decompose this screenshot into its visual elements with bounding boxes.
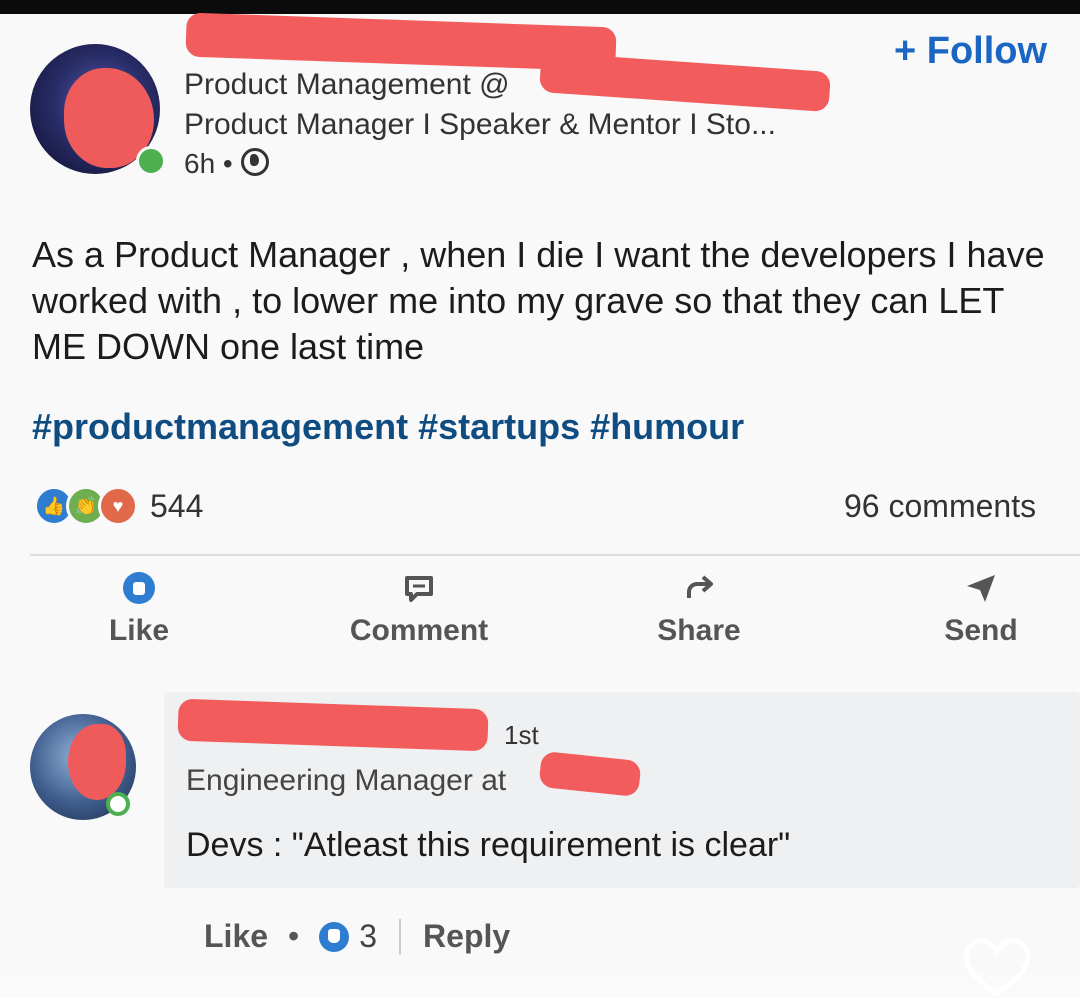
heart-icon[interactable]	[962, 938, 1032, 998]
reactions-summary[interactable]: 👍 👏 ♥ 544	[34, 486, 203, 526]
post-card: + Follow Product Management @ Product Ma…	[0, 12, 1080, 998]
post-time: 6h •	[184, 148, 233, 179]
commenter-online-dot	[106, 792, 130, 816]
post-hashtags: #productmanagement #startups #humour	[32, 406, 744, 448]
comment-button[interactable]: Comment	[324, 570, 514, 648]
send-label: Send	[944, 614, 1018, 647]
comment-icon	[405, 576, 433, 602]
comment-like-button[interactable]: Like	[204, 918, 268, 955]
comment-like-count: 3	[359, 918, 378, 954]
share-label: Share	[657, 614, 741, 647]
avatar-redaction	[68, 724, 126, 800]
author-company-redaction	[538, 51, 832, 113]
follow-button[interactable]: + Follow	[894, 30, 1047, 73]
author-headline-company: Product Management @	[184, 68, 510, 101]
divider	[30, 554, 1080, 556]
share-button[interactable]: Share	[604, 570, 794, 648]
separator	[399, 918, 402, 955]
author-headline-role: Product Manager I Speaker & Mentor I Sto…	[184, 108, 776, 141]
send-icon	[967, 575, 995, 602]
connection-degree: 1st	[504, 720, 539, 750]
share-icon	[687, 575, 713, 598]
hashtag-startups[interactable]: #startups	[418, 406, 580, 447]
reaction-count: 544	[150, 487, 204, 524]
hashtag-humour[interactable]: #humour	[590, 406, 744, 447]
love-reaction-icon: ♥	[98, 486, 138, 526]
separator-dot: •	[288, 918, 300, 954]
hashtag-productmanagement[interactable]: #productmanagement	[32, 406, 408, 447]
like-button[interactable]: Like	[44, 570, 234, 648]
status-bar	[0, 0, 1080, 14]
like-icon	[123, 572, 155, 604]
comment-text: Devs : "Atleast this requirement is clea…	[186, 826, 791, 864]
comment-like-reaction-icon	[319, 921, 350, 952]
online-status-dot	[136, 146, 166, 176]
globe-icon	[240, 148, 269, 176]
send-button[interactable]: Send	[886, 570, 1076, 648]
post-body: As a Product Manager , when I die I want…	[32, 234, 1045, 367]
commenter-headline: Engineering Manager at	[186, 764, 507, 797]
post-meta: 6h •	[184, 148, 269, 180]
comments-count-link[interactable]: 96 comments	[844, 488, 1080, 525]
comment-actions: Like • 3 Reply	[204, 918, 510, 955]
comment-reply-button[interactable]: Reply	[423, 918, 510, 955]
like-label: Like	[108, 614, 170, 647]
comment-label: Comment	[349, 614, 489, 647]
